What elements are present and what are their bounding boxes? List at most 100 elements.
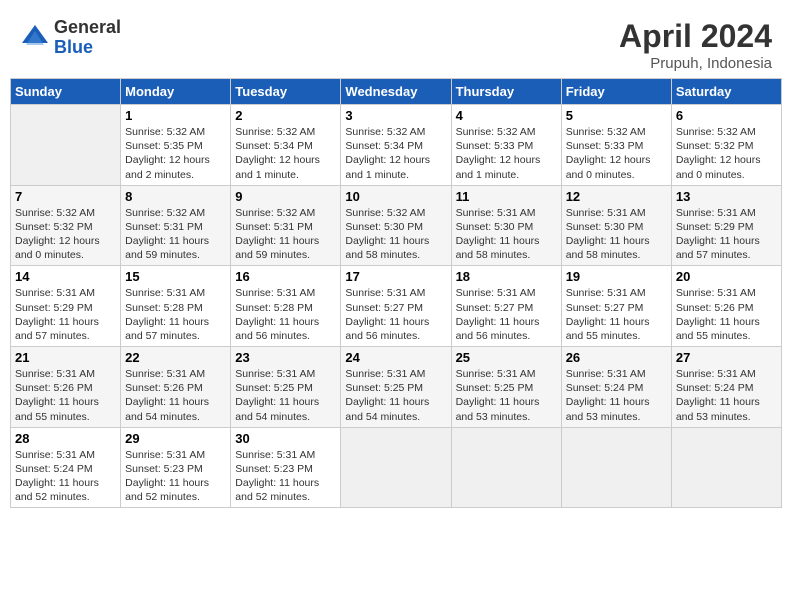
day-info: Sunrise: 5:31 AM Sunset: 5:26 PM Dayligh… — [676, 286, 777, 343]
location-subtitle: Prupuh, Indonesia — [619, 55, 772, 72]
day-info: Sunrise: 5:32 AM Sunset: 5:34 PM Dayligh… — [345, 125, 446, 182]
day-number: 22 — [125, 350, 226, 365]
week-row-4: 21 Sunrise: 5:31 AM Sunset: 5:26 PM Dayli… — [11, 347, 782, 428]
calendar-cell: 19 Sunrise: 5:31 AM Sunset: 5:27 PM Dayli… — [561, 266, 671, 347]
day-info: Sunrise: 5:31 AM Sunset: 5:26 PM Dayligh… — [125, 367, 226, 424]
day-info: Sunrise: 5:31 AM Sunset: 5:28 PM Dayligh… — [235, 286, 336, 343]
day-number: 4 — [456, 108, 557, 123]
day-number: 5 — [566, 108, 667, 123]
day-info: Sunrise: 5:31 AM Sunset: 5:27 PM Dayligh… — [566, 286, 667, 343]
calendar-cell: 29 Sunrise: 5:31 AM Sunset: 5:23 PM Dayli… — [121, 427, 231, 508]
day-number: 17 — [345, 269, 446, 284]
day-info: Sunrise: 5:31 AM Sunset: 5:25 PM Dayligh… — [235, 367, 336, 424]
day-info: Sunrise: 5:31 AM Sunset: 5:23 PM Dayligh… — [235, 448, 336, 505]
day-number: 6 — [676, 108, 777, 123]
day-number: 27 — [676, 350, 777, 365]
calendar-cell: 1 Sunrise: 5:32 AM Sunset: 5:35 PM Daylig… — [121, 105, 231, 186]
day-info: Sunrise: 5:32 AM Sunset: 5:31 PM Dayligh… — [125, 206, 226, 263]
day-number: 25 — [456, 350, 557, 365]
column-header-wednesday: Wednesday — [341, 79, 451, 105]
day-info: Sunrise: 5:32 AM Sunset: 5:33 PM Dayligh… — [456, 125, 557, 182]
day-info: Sunrise: 5:31 AM Sunset: 5:25 PM Dayligh… — [345, 367, 446, 424]
day-number: 16 — [235, 269, 336, 284]
calendar-cell: 8Sunrise: 5:32 AM Sunset: 5:31 PM Daylig… — [121, 185, 231, 266]
day-number: 21 — [15, 350, 116, 365]
day-info: Sunrise: 5:31 AM Sunset: 5:30 PM Dayligh… — [566, 206, 667, 263]
calendar-cell — [11, 105, 121, 186]
logo-blue-text: Blue — [54, 38, 121, 58]
day-number: 19 — [566, 269, 667, 284]
column-header-thursday: Thursday — [451, 79, 561, 105]
day-number: 23 — [235, 350, 336, 365]
day-info: Sunrise: 5:32 AM Sunset: 5:32 PM Dayligh… — [15, 206, 116, 263]
logo-icon — [20, 23, 50, 53]
day-number: 2 — [235, 108, 336, 123]
calendar-cell: 5 Sunrise: 5:32 AM Sunset: 5:33 PM Daylig… — [561, 105, 671, 186]
calendar-cell: 11 Sunrise: 5:31 AM Sunset: 5:30 PM Dayli… — [451, 185, 561, 266]
calendar-cell: 28Sunrise: 5:31 AM Sunset: 5:24 PM Dayli… — [11, 427, 121, 508]
week-row-1: 1 Sunrise: 5:32 AM Sunset: 5:35 PM Daylig… — [11, 105, 782, 186]
day-number: 11 — [456, 189, 557, 204]
calendar-cell: 13Sunrise: 5:31 AM Sunset: 5:29 PM Dayli… — [671, 185, 781, 266]
calendar-cell: 27Sunrise: 5:31 AM Sunset: 5:24 PM Dayli… — [671, 347, 781, 428]
calendar-cell: 15Sunrise: 5:31 AM Sunset: 5:28 PM Dayli… — [121, 266, 231, 347]
day-number: 1 — [125, 108, 226, 123]
day-info: Sunrise: 5:32 AM Sunset: 5:33 PM Dayligh… — [566, 125, 667, 182]
calendar-cell — [341, 427, 451, 508]
day-number: 18 — [456, 269, 557, 284]
calendar-cell: 26 Sunrise: 5:31 AM Sunset: 5:24 PM Dayli… — [561, 347, 671, 428]
calendar-table: SundayMondayTuesdayWednesdayThursdayFrid… — [10, 78, 782, 508]
day-number: 3 — [345, 108, 446, 123]
column-header-tuesday: Tuesday — [231, 79, 341, 105]
calendar-cell: 14 Sunrise: 5:31 AM Sunset: 5:29 PM Dayli… — [11, 266, 121, 347]
calendar-cell: 23 Sunrise: 5:31 AM Sunset: 5:25 PM Dayli… — [231, 347, 341, 428]
day-number: 7 — [15, 189, 116, 204]
calendar-cell: 17Sunrise: 5:31 AM Sunset: 5:27 PM Dayli… — [341, 266, 451, 347]
calendar-cell — [561, 427, 671, 508]
day-number: 12 — [566, 189, 667, 204]
calendar-cell: 25Sunrise: 5:31 AM Sunset: 5:25 PM Dayli… — [451, 347, 561, 428]
day-info: Sunrise: 5:32 AM Sunset: 5:35 PM Dayligh… — [125, 125, 226, 182]
calendar-cell: 22 Sunrise: 5:31 AM Sunset: 5:26 PM Dayli… — [121, 347, 231, 428]
calendar-cell: 21 Sunrise: 5:31 AM Sunset: 5:26 PM Dayli… — [11, 347, 121, 428]
week-row-5: 28Sunrise: 5:31 AM Sunset: 5:24 PM Dayli… — [11, 427, 782, 508]
calendar-cell: 10 Sunrise: 5:32 AM Sunset: 5:30 PM Dayli… — [341, 185, 451, 266]
day-number: 26 — [566, 350, 667, 365]
day-info: Sunrise: 5:31 AM Sunset: 5:30 PM Dayligh… — [456, 206, 557, 263]
logo-general-text: General — [54, 18, 121, 38]
day-info: Sunrise: 5:31 AM Sunset: 5:27 PM Dayligh… — [456, 286, 557, 343]
column-header-sunday: Sunday — [11, 79, 121, 105]
calendar-header-row: SundayMondayTuesdayWednesdayThursdayFrid… — [11, 79, 782, 105]
day-number: 30 — [235, 431, 336, 446]
logo: General Blue — [20, 18, 121, 58]
day-number: 10 — [345, 189, 446, 204]
calendar-cell: 6 Sunrise: 5:32 AM Sunset: 5:32 PM Daylig… — [671, 105, 781, 186]
day-info: Sunrise: 5:32 AM Sunset: 5:34 PM Dayligh… — [235, 125, 336, 182]
month-title: April 2024 — [619, 18, 772, 55]
calendar-cell: 24 Sunrise: 5:31 AM Sunset: 5:25 PM Dayli… — [341, 347, 451, 428]
week-row-2: 7 Sunrise: 5:32 AM Sunset: 5:32 PM Daylig… — [11, 185, 782, 266]
calendar-cell: 20 Sunrise: 5:31 AM Sunset: 5:26 PM Dayli… — [671, 266, 781, 347]
day-info: Sunrise: 5:31 AM Sunset: 5:29 PM Dayligh… — [15, 286, 116, 343]
day-info: Sunrise: 5:32 AM Sunset: 5:30 PM Dayligh… — [345, 206, 446, 263]
calendar-cell: 30 Sunrise: 5:31 AM Sunset: 5:23 PM Dayli… — [231, 427, 341, 508]
week-row-3: 14 Sunrise: 5:31 AM Sunset: 5:29 PM Dayli… — [11, 266, 782, 347]
day-info: Sunrise: 5:32 AM Sunset: 5:32 PM Dayligh… — [676, 125, 777, 182]
calendar-cell: 12 Sunrise: 5:31 AM Sunset: 5:30 PM Dayli… — [561, 185, 671, 266]
day-number: 20 — [676, 269, 777, 284]
day-info: Sunrise: 5:31 AM Sunset: 5:24 PM Dayligh… — [566, 367, 667, 424]
day-number: 9 — [235, 189, 336, 204]
day-info: Sunrise: 5:31 AM Sunset: 5:26 PM Dayligh… — [15, 367, 116, 424]
day-number: 13 — [676, 189, 777, 204]
day-number: 14 — [15, 269, 116, 284]
calendar-cell: 18 Sunrise: 5:31 AM Sunset: 5:27 PM Dayli… — [451, 266, 561, 347]
day-number: 29 — [125, 431, 226, 446]
calendar-cell: 9Sunrise: 5:32 AM Sunset: 5:31 PM Daylig… — [231, 185, 341, 266]
day-info: Sunrise: 5:31 AM Sunset: 5:24 PM Dayligh… — [15, 448, 116, 505]
column-header-saturday: Saturday — [671, 79, 781, 105]
calendar-cell: 7 Sunrise: 5:32 AM Sunset: 5:32 PM Daylig… — [11, 185, 121, 266]
day-number: 24 — [345, 350, 446, 365]
calendar-cell: 3 Sunrise: 5:32 AM Sunset: 5:34 PM Daylig… — [341, 105, 451, 186]
calendar-cell: 16 Sunrise: 5:31 AM Sunset: 5:28 PM Dayli… — [231, 266, 341, 347]
day-info: Sunrise: 5:31 AM Sunset: 5:23 PM Dayligh… — [125, 448, 226, 505]
